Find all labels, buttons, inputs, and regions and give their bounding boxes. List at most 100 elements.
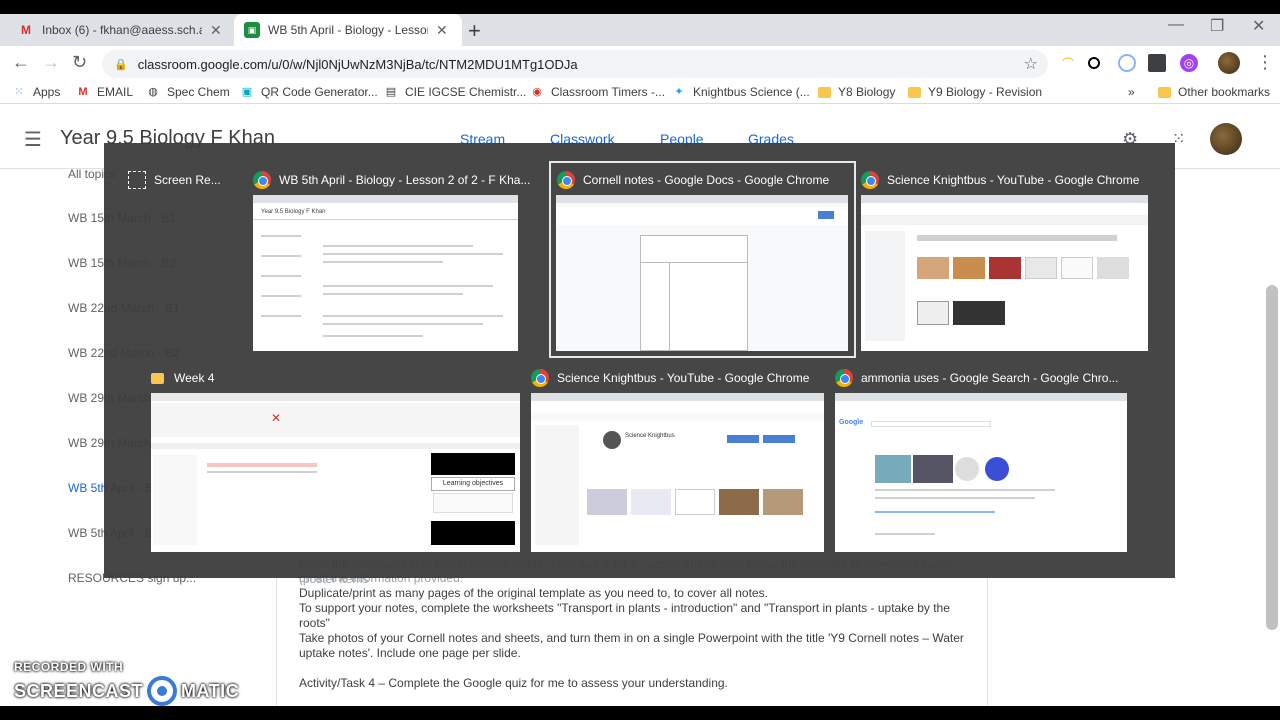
address-bar[interactable]: 🔒 classroom.google.com/u/0/w/Njl0NjUwNzM…: [102, 50, 1048, 78]
extension-box-icon[interactable]: [1148, 54, 1166, 72]
chrome-icon: [557, 171, 575, 189]
window-title: Cornell notes - Google Docs - Google Chr…: [583, 173, 830, 187]
thumb-heading: Learning objectives: [431, 477, 515, 491]
screencast-watermark: RECORDED WITH SCREENCAST MATIC: [14, 660, 239, 706]
window-thumbnail: [556, 195, 848, 351]
switcher-window-classroom[interactable]: WB 5th April - Biology - Lesson 2 of 2 -…: [253, 169, 530, 351]
folder-icon: [1158, 86, 1171, 98]
tab-strip: M Inbox (6) - fkhan@aaess.sch.ae - ✕ ▣ W…: [0, 0, 1280, 46]
folder-icon: [151, 372, 164, 384]
qr-icon: ▣: [241, 86, 253, 98]
bookmark-qr[interactable]: ▣ QR Code Generator...: [240, 85, 378, 99]
page-scrollbar[interactable]: [1266, 285, 1278, 630]
twitter-icon: ✦: [674, 86, 684, 98]
chrome-icon: [253, 171, 271, 189]
bookmark-y9[interactable]: Y9 Biology - Revision: [908, 85, 1042, 99]
close-tab-icon[interactable]: ✕: [210, 22, 222, 39]
classroom-icon: ▣: [244, 22, 260, 38]
cornell-page: [640, 235, 748, 351]
chrome-icon: [835, 369, 853, 387]
new-tab-button[interactable]: +: [468, 18, 481, 44]
screen: M Inbox (6) - fkhan@aaess.sch.ae - ✕ ▣ W…: [0, 0, 1280, 720]
chrome-icon: [861, 171, 879, 189]
tab-classroom[interactable]: ▣ WB 5th April - Biology - Lesson 2 ✕: [234, 14, 462, 46]
bookmark-spec-chem[interactable]: ◍ Spec Chem: [146, 85, 230, 99]
bookmark-other[interactable]: Other bookmarks: [1158, 85, 1270, 99]
extension-arc-icon[interactable]: ⌒: [1059, 54, 1077, 72]
instruction-text: Duplicate/print as many pages of the ori…: [299, 586, 768, 600]
bookmarks-bar: ⁙ Apps M EMAIL ◍ Spec Chem ▣ QR Code Generat…: [0, 82, 1280, 104]
channel-avatar: [603, 431, 621, 449]
screen-recorder-icon: [128, 171, 146, 189]
page-icon: ▤: [385, 86, 397, 98]
extension-ring-icon[interactable]: [1088, 57, 1100, 69]
tab-title: WB 5th April - Biology - Lesson 2: [268, 23, 428, 37]
window-thumbnail: Google: [835, 393, 1127, 552]
bookmark-apps[interactable]: ⁙ Apps: [12, 85, 60, 99]
window-thumbnail: ✕ Learning objectives: [151, 393, 520, 552]
close-window-icon[interactable]: ✕: [1252, 16, 1265, 36]
apps-grid-icon: ⁙: [14, 86, 24, 98]
folder-icon: [818, 86, 831, 98]
thumb-channel-name: Science Knightbus: [625, 433, 675, 439]
watermark-right: MATIC: [181, 680, 240, 701]
toolbar: ← → ↻ 🔒 classroom.google.com/u/0/w/Njl0N…: [0, 46, 1280, 82]
recording-bottom-bar: [0, 706, 1280, 720]
folder-icon: [908, 86, 921, 98]
extension-purple-icon[interactable]: ◎: [1180, 54, 1198, 72]
forward-icon[interactable]: →: [42, 52, 60, 73]
close-tab-icon[interactable]: ✕: [436, 22, 448, 39]
switcher-window-youtube[interactable]: Science Knightbus - YouTube - Google Chr…: [861, 169, 1149, 351]
back-icon[interactable]: ←: [12, 52, 30, 73]
window-title: Screen Re...: [154, 173, 221, 187]
more-bookmarks-button[interactable]: »: [1128, 85, 1135, 99]
extension-target-icon[interactable]: [1118, 54, 1136, 72]
switcher-window-cornell-notes[interactable]: Cornell notes - Google Docs - Google Chr…: [549, 161, 856, 358]
window-thumbnail: [861, 195, 1148, 351]
profile-avatar[interactable]: [1218, 52, 1240, 74]
timer-icon: ◉: [532, 86, 542, 98]
reload-icon[interactable]: ↻: [72, 52, 87, 73]
recording-top-bar: [0, 0, 1280, 14]
window-title: WB 5th April - Biology - Lesson 2 of 2 -…: [279, 173, 531, 187]
watermark-recorded: RECORDED WITH: [14, 660, 124, 674]
minimize-icon[interactable]: —: [1168, 16, 1184, 34]
switcher-window-google-search[interactable]: ammonia uses - Google Search - Google Ch…: [835, 367, 1128, 552]
chrome-icon: [531, 369, 549, 387]
globe-icon: ◍: [148, 86, 158, 98]
bookmark-email[interactable]: M EMAIL: [76, 85, 133, 99]
gmail-icon: M: [78, 86, 88, 98]
switcher-window-week4[interactable]: Week 4 ✕ Learning objectives: [151, 367, 521, 552]
url-text: classroom.google.com/u/0/w/Njl0NjUwNzM3N…: [137, 56, 578, 72]
thumb-class-title: Year 9.5 Biology F Khan: [261, 209, 326, 215]
screencast-logo-icon: [147, 676, 178, 706]
delete-icon: ✕: [271, 411, 282, 425]
window-switcher: Screen Re... WB 5th April - Biology - Le…: [104, 143, 1175, 578]
bookmark-timers[interactable]: ◉ Classroom Timers -...: [530, 85, 665, 99]
window-title: Science Knightbus - YouTube - Google Chr…: [887, 173, 1140, 187]
instruction-text: To support your notes, complete the work…: [299, 601, 950, 630]
switcher-window-youtube-2[interactable]: Science Knightbus - YouTube - Google Chr…: [531, 367, 825, 552]
bookmark-knightbus[interactable]: ✦ Knightbus Science (...: [672, 85, 809, 99]
watermark-left: SCREENCAST: [14, 680, 144, 701]
thumb-google-logo: Google: [839, 419, 864, 426]
lock-icon: 🔒: [114, 58, 128, 71]
bookmark-y8[interactable]: Y8 Biology: [818, 85, 895, 99]
window-title: Science Knightbus - YouTube - Google Chr…: [557, 371, 810, 385]
restore-icon[interactable]: ❐: [1210, 16, 1224, 36]
bookmark-star-icon[interactable]: ☆: [1024, 54, 1038, 74]
tab-title: Inbox (6) - fkhan@aaess.sch.ae -: [42, 23, 202, 37]
window-thumbnail: Year 9.5 Biology F Khan: [253, 195, 518, 351]
hamburger-menu-icon[interactable]: ☰: [24, 127, 42, 152]
tab-gmail[interactable]: M Inbox (6) - fkhan@aaess.sch.ae - ✕: [8, 14, 234, 46]
gmail-icon: M: [21, 23, 31, 37]
switcher-window-screen-recorder[interactable]: Screen Re...: [128, 169, 238, 195]
instruction-text: Activity/Task 4 – Complete the Google qu…: [299, 676, 728, 690]
window-thumbnail: Science Knightbus: [531, 393, 824, 552]
bookmark-cie[interactable]: ▤ CIE IGCSE Chemistr...: [384, 85, 527, 99]
window-title: ammonia uses - Google Search - Google Ch…: [861, 371, 1119, 385]
window-title: Week 4: [174, 371, 215, 385]
menu-icon[interactable]: ⋮: [1256, 52, 1274, 73]
instruction-text: Take photos of your Cornell notes and sh…: [299, 631, 964, 660]
avatar[interactable]: [1210, 123, 1242, 155]
